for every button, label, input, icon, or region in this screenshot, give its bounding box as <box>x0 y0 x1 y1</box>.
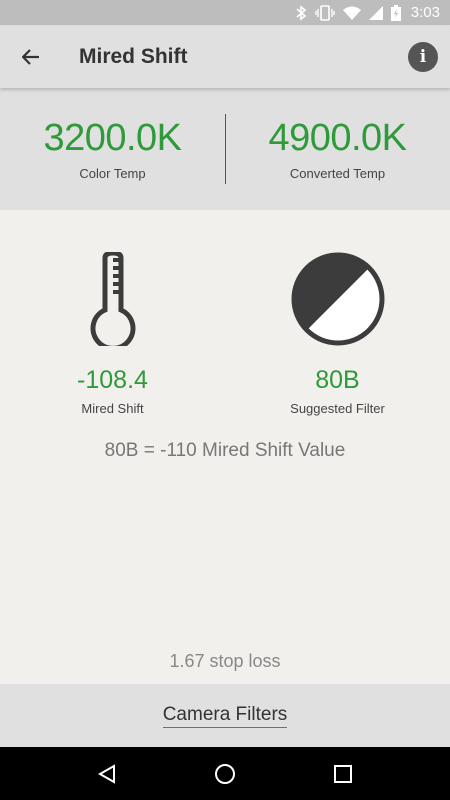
bottom-bar: Camera Filters <box>0 684 450 747</box>
nav-back-button[interactable] <box>87 754 127 794</box>
wifi-icon <box>342 6 361 20</box>
arrow-back-icon <box>22 48 39 65</box>
camera-filters-link[interactable]: Camera Filters <box>162 704 288 728</box>
suggested-filter-value: 80B <box>315 366 360 394</box>
converted-temp-value: 4900.0K <box>268 117 407 159</box>
thermometer-icon <box>90 252 135 346</box>
nav-home-button[interactable] <box>205 754 245 794</box>
navigation-bar <box>0 747 450 800</box>
page-title: Mired Shift <box>79 44 188 68</box>
info-icon: i <box>419 46 427 67</box>
suggested-filter-block: 80B Suggested Filter <box>225 250 450 416</box>
battery-charging-icon <box>390 4 401 21</box>
mired-shift-block: -108.4 Mired Shift <box>0 250 225 416</box>
home-circle-icon <box>215 763 235 784</box>
info-button[interactable]: i <box>408 41 438 72</box>
back-triangle-icon <box>97 763 115 784</box>
converted-temp-block[interactable]: 4900.0K Converted Temp <box>225 117 450 181</box>
status-bar: 3:03 <box>0 0 450 25</box>
signal-icon <box>368 5 383 20</box>
toolbar: Mired Shift i <box>0 25 450 88</box>
recents-square-icon <box>334 764 352 783</box>
filter-explanation: 80B = -110 Mired Shift Value <box>104 440 346 461</box>
status-time: 3:03 <box>410 4 440 21</box>
bluetooth-icon <box>296 4 307 21</box>
temp-divider <box>225 114 226 184</box>
mired-shift-value: -108.4 <box>77 366 148 394</box>
mired-shift-label: Mired Shift <box>81 401 144 416</box>
suggested-filter-label: Suggested Filter <box>290 401 385 416</box>
filter-icon <box>291 252 384 346</box>
color-temp-value: 3200.0K <box>43 117 182 159</box>
vibrate-icon <box>315 4 335 21</box>
temperature-panel: 3200.0K Color Temp 4900.0K Converted Tem… <box>0 88 450 210</box>
color-temp-block[interactable]: 3200.0K Color Temp <box>0 117 225 181</box>
converted-temp-label: Converted Temp <box>289 166 386 181</box>
stop-loss-text: 1.67 stop loss <box>169 651 281 671</box>
nav-recents-button[interactable] <box>323 754 363 794</box>
color-temp-label: Color Temp <box>79 166 146 181</box>
back-button[interactable] <box>0 25 62 88</box>
result-panel: -108.4 Mired Shift 80B Suggested Filter … <box>0 210 450 684</box>
